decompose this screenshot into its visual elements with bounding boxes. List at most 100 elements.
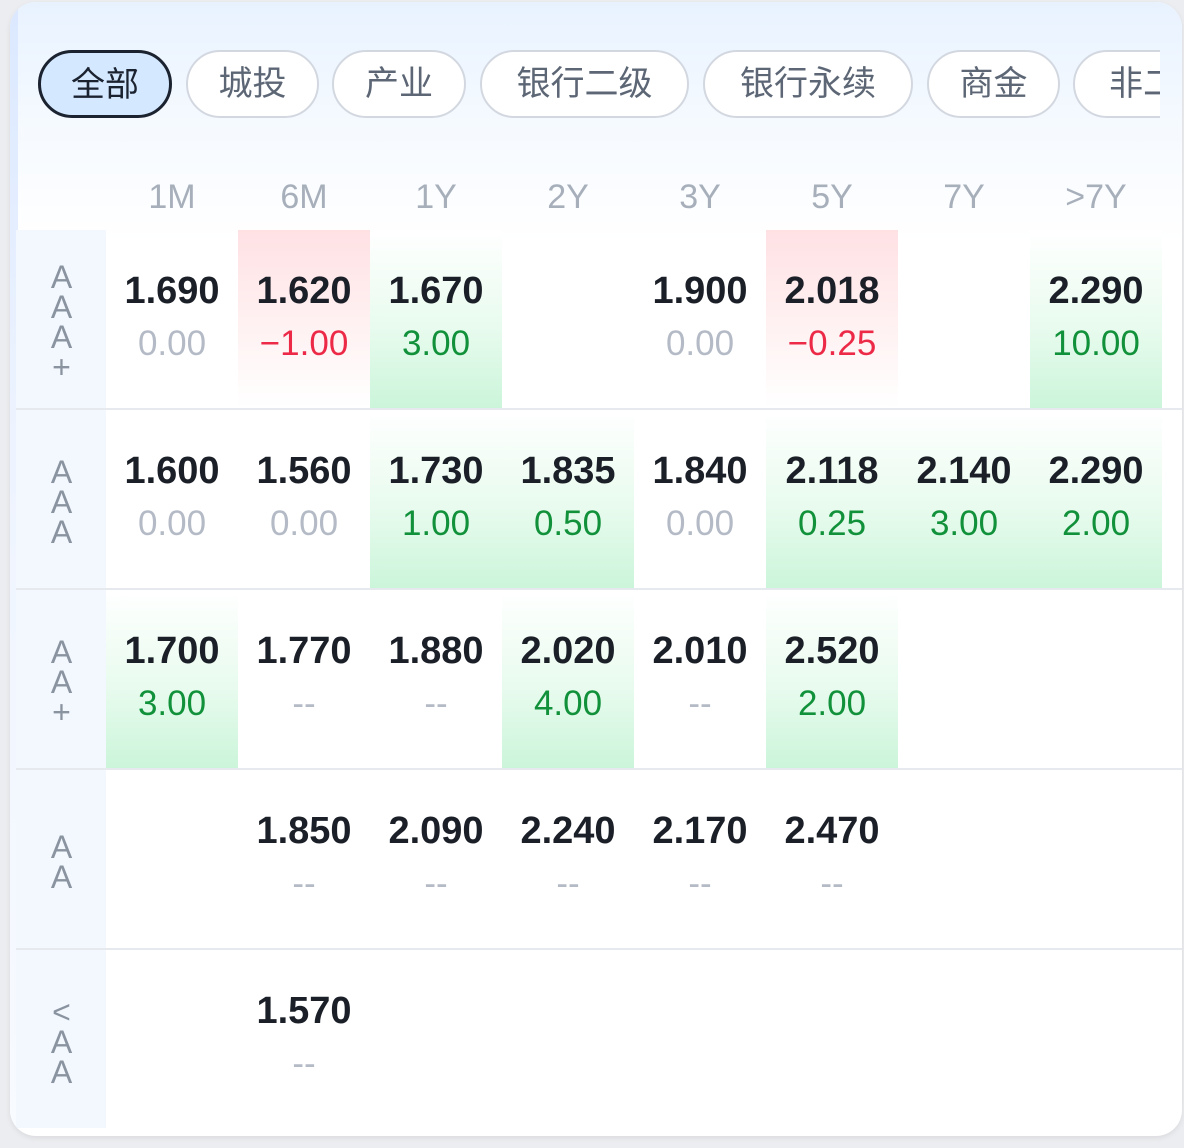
yield-change: 0.00 bbox=[137, 324, 207, 363]
yield-cell[interactable]: 1.670 3.00 bbox=[370, 230, 502, 408]
filter-chip[interactable]: 商金 bbox=[927, 50, 1060, 118]
yield-value: 2.140 bbox=[916, 450, 1012, 492]
yield-cell[interactable]: 1.900 0.00 bbox=[634, 230, 766, 408]
yield-change: 4.00 bbox=[533, 684, 603, 723]
yield-change: −0.25 bbox=[787, 324, 877, 363]
yield-cell[interactable]: 1.770 -- bbox=[238, 590, 370, 768]
yield-value: 2.290 bbox=[1048, 270, 1144, 312]
yield-cell[interactable]: 2.470 -- bbox=[766, 770, 898, 948]
yield-change: 10.00 bbox=[1052, 324, 1140, 363]
yield-cell[interactable]: 1.840 0.00 bbox=[634, 410, 766, 588]
yield-cell[interactable]: 2.118 0.25 bbox=[766, 410, 898, 588]
yield-value: 2.118 bbox=[785, 450, 879, 492]
rating-row: AA+ 1.700 3.00 1.770 -- 1.880 -- 2.020 4.00 2.010… bbox=[16, 590, 1182, 768]
yield-cell[interactable]: 1.560 0.00 bbox=[238, 410, 370, 588]
yield-value: 2.240 bbox=[520, 810, 616, 852]
tenor-header[interactable]: 1M bbox=[106, 178, 238, 217]
yield-change: −1.00 bbox=[259, 324, 349, 363]
rating-row: <AA 1.570 -- bbox=[16, 950, 1182, 1128]
yield-cell[interactable]: 1.880 -- bbox=[370, 590, 502, 768]
yield-value: 1.900 bbox=[652, 270, 748, 312]
yield-value: 1.600 bbox=[124, 450, 220, 492]
yield-value: 1.700 bbox=[124, 630, 220, 672]
yield-cell[interactable]: 2.140 3.00 bbox=[898, 410, 1030, 588]
yield-change: -- bbox=[424, 864, 448, 903]
filter-chip[interactable]: 产业 bbox=[332, 50, 466, 118]
yield-value: 2.018 bbox=[784, 270, 880, 312]
yield-cell[interactable]: 1.570 -- bbox=[238, 950, 370, 1128]
yield-change: -- bbox=[292, 684, 316, 723]
yield-change: 3.00 bbox=[929, 504, 999, 543]
yield-value: 2.010 bbox=[652, 630, 748, 672]
yield-change: 0.00 bbox=[137, 504, 207, 543]
tenor-header-row: 1M 6M 1Y 2Y 3Y 5Y 7Y >7Y bbox=[10, 178, 1182, 228]
yield-cell[interactable]: 2.170 -- bbox=[634, 770, 766, 948]
yield-change: 0.00 bbox=[269, 504, 339, 543]
yield-cell[interactable]: 2.010 -- bbox=[634, 590, 766, 768]
yield-value: 1.850 bbox=[256, 810, 352, 852]
yield-value: 1.840 bbox=[652, 450, 748, 492]
tenor-header[interactable]: 3Y bbox=[634, 178, 766, 217]
yield-value: 2.470 bbox=[784, 810, 880, 852]
category-filter-bar: 全部城投产业银行二级银行永续商金非二 bbox=[38, 50, 1160, 122]
yield-change: 1.00 bbox=[401, 504, 471, 543]
tenor-header[interactable]: >7Y bbox=[1030, 178, 1162, 217]
yield-cell[interactable]: 1.700 3.00 bbox=[106, 590, 238, 768]
yield-cell[interactable]: 1.835 0.50 bbox=[502, 410, 634, 588]
yield-change: -- bbox=[424, 684, 448, 723]
tenor-header[interactable]: 7Y bbox=[898, 178, 1030, 217]
yield-change: -- bbox=[688, 864, 712, 903]
yield-value: 1.730 bbox=[388, 450, 484, 492]
yield-cell[interactable]: 2.520 2.00 bbox=[766, 590, 898, 768]
yield-cell[interactable]: 2.018 −0.25 bbox=[766, 230, 898, 408]
yield-value: 1.570 bbox=[256, 990, 352, 1032]
rating-label-text: AA bbox=[43, 829, 80, 889]
yield-cell[interactable]: 2.290 2.00 bbox=[1030, 410, 1162, 588]
rating-row: AA 1.850 -- 2.090 -- 2.240 -- 2.170 -- 2.470 -- bbox=[16, 770, 1182, 948]
yield-change: -- bbox=[292, 864, 316, 903]
yield-value: 2.090 bbox=[388, 810, 484, 852]
rating-row: AAA+ 1.690 0.00 1.620 −1.00 1.670 3.00 1.900 0.0… bbox=[16, 230, 1182, 408]
yield-value: 1.560 bbox=[256, 450, 352, 492]
rating-label-text: AA+ bbox=[43, 634, 80, 724]
rating-label: AA bbox=[16, 770, 106, 948]
yield-change: -- bbox=[556, 864, 580, 903]
yield-cell[interactable]: 1.850 -- bbox=[238, 770, 370, 948]
yield-value: 1.620 bbox=[256, 270, 352, 312]
tenor-header[interactable]: 5Y bbox=[766, 178, 898, 217]
yield-cell[interactable]: 2.240 -- bbox=[502, 770, 634, 948]
yield-value: 2.290 bbox=[1048, 450, 1144, 492]
yield-change: 0.00 bbox=[665, 324, 735, 363]
rating-label-text: AAA+ bbox=[43, 259, 80, 379]
yield-change: -- bbox=[820, 864, 844, 903]
yield-value: 2.020 bbox=[520, 630, 616, 672]
tenor-header[interactable]: 2Y bbox=[502, 178, 634, 217]
filter-chip[interactable]: 银行永续 bbox=[703, 50, 913, 118]
yield-value: 2.170 bbox=[652, 810, 748, 852]
filter-chip[interactable]: 银行二级 bbox=[480, 50, 689, 118]
filter-chip[interactable]: 全部 bbox=[38, 50, 172, 118]
rating-row: AAA 1.600 0.00 1.560 0.00 1.730 1.00 1.835 0.50 1… bbox=[16, 410, 1182, 588]
yield-cell[interactable]: 1.620 −1.00 bbox=[238, 230, 370, 408]
yield-change: 0.00 bbox=[665, 504, 735, 543]
yield-change: -- bbox=[688, 684, 712, 723]
tenor-header[interactable]: 6M bbox=[238, 178, 370, 217]
yield-cell[interactable]: 1.690 0.00 bbox=[106, 230, 238, 408]
filter-chip[interactable]: 非二 bbox=[1073, 50, 1160, 118]
yield-cell[interactable]: 2.020 4.00 bbox=[502, 590, 634, 768]
rating-label-text: <AA bbox=[43, 994, 80, 1084]
rating-label: AAA+ bbox=[16, 230, 106, 408]
yield-value: 1.770 bbox=[256, 630, 352, 672]
yield-cell[interactable]: 1.600 0.00 bbox=[106, 410, 238, 588]
yield-cell[interactable]: 1.730 1.00 bbox=[370, 410, 502, 588]
yield-cell[interactable]: 2.290 10.00 bbox=[1030, 230, 1162, 408]
yield-cell[interactable]: 2.090 -- bbox=[370, 770, 502, 948]
yield-value: 2.520 bbox=[784, 630, 880, 672]
filter-chip[interactable]: 城投 bbox=[186, 50, 319, 118]
yield-change: -- bbox=[292, 1044, 316, 1083]
yield-change: 2.00 bbox=[797, 684, 867, 723]
yield-change: 0.50 bbox=[533, 504, 603, 543]
rating-label: AA+ bbox=[16, 590, 106, 768]
yield-change: 3.00 bbox=[137, 684, 207, 723]
tenor-header[interactable]: 1Y bbox=[370, 178, 502, 217]
